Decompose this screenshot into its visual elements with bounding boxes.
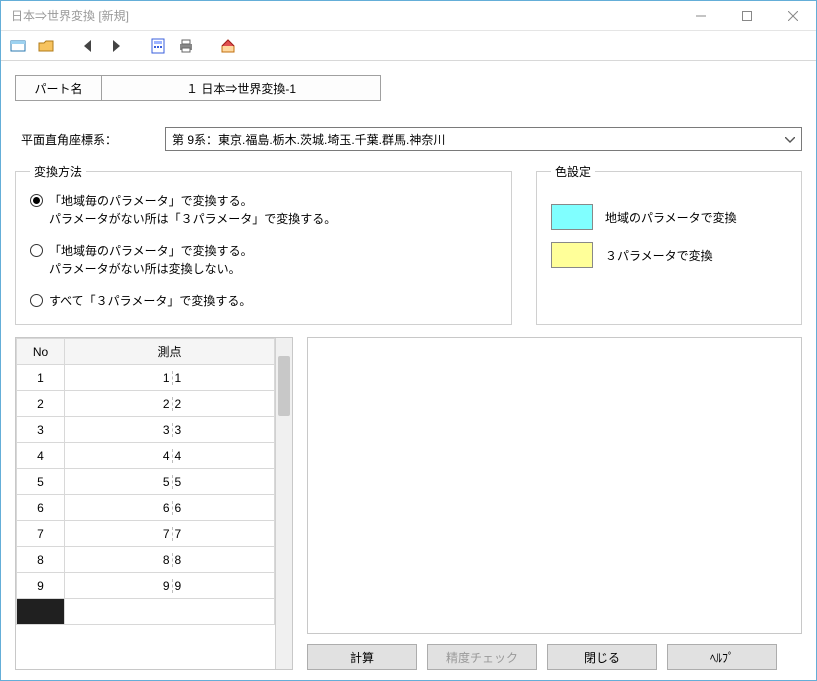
row-no: 1	[17, 365, 65, 391]
radio-icon	[30, 294, 43, 307]
method-option-2[interactable]: 「地域毎のパラメータ」で変換する。 パラメータがない所は変換しない。	[30, 242, 497, 278]
right-area: 計算 精度チェック 閉じる ﾍﾙﾌﾟ	[307, 337, 802, 670]
help-button[interactable]: ﾍﾙﾌﾟ	[667, 644, 777, 670]
toolbar	[1, 31, 816, 61]
row-point[interactable]: 99	[65, 573, 275, 599]
scrollbar-thumb[interactable]	[278, 356, 290, 416]
home-icon[interactable]	[219, 37, 237, 55]
part-name-value[interactable]: １ 日本⇒世界変換-1	[101, 75, 381, 101]
table-row[interactable]: 444	[17, 443, 275, 469]
part-name-header: パート名	[15, 75, 101, 101]
table-row[interactable]: 222	[17, 391, 275, 417]
coordinate-system-select[interactable]: 第 9系：東京.福島.栃木.茨城.埼玉.千葉.群馬.神奈川	[165, 127, 802, 151]
row-point[interactable]: 22	[65, 391, 275, 417]
color-swatch-region[interactable]	[551, 204, 593, 230]
window-controls	[678, 1, 816, 31]
window-title: 日本⇒世界変換 [新規]	[1, 7, 678, 24]
row-point[interactable]: 88	[65, 547, 275, 573]
next-icon[interactable]	[107, 37, 125, 55]
print-icon[interactable]	[177, 37, 195, 55]
preview-panel	[307, 337, 802, 634]
close-button[interactable]	[770, 1, 816, 31]
row-no: 7	[17, 521, 65, 547]
coordinate-system-row: 平面直角座標系： 第 9系：東京.福島.栃木.茨城.埼玉.千葉.群馬.神奈川	[15, 127, 802, 151]
conversion-method-legend: 変換方法	[30, 163, 86, 180]
table-row[interactable]: 777	[17, 521, 275, 547]
grid-header-no[interactable]: No	[17, 339, 65, 365]
row-point[interactable]: 44	[65, 443, 275, 469]
row-point[interactable]: 55	[65, 469, 275, 495]
coordinate-system-value: 第 9系：東京.福島.栃木.茨城.埼玉.千葉.群馬.神奈川	[172, 131, 445, 148]
open-icon[interactable]	[37, 37, 55, 55]
table-row-active[interactable]	[17, 599, 275, 625]
options-row: 変換方法 「地域毎のパラメータ」で変換する。 パラメータがない所は「３パラメータ…	[15, 163, 802, 325]
color-settings-group: 色設定 地域のパラメータで変換 ３パラメータで変換	[536, 163, 802, 325]
chevron-down-icon	[785, 132, 795, 146]
conversion-method-group: 変換方法 「地域毎のパラメータ」で変換する。 パラメータがない所は「３パラメータ…	[15, 163, 512, 325]
accuracy-check-button: 精度チェック	[427, 644, 537, 670]
maximize-button[interactable]	[724, 1, 770, 31]
row-point[interactable]: 77	[65, 521, 275, 547]
part-name-row: パート名 １ 日本⇒世界変換-1	[15, 75, 802, 101]
table-row[interactable]: 333	[17, 417, 275, 443]
minimize-button[interactable]	[678, 1, 724, 31]
close-dialog-button[interactable]: 閉じる	[547, 644, 657, 670]
points-grid[interactable]: No 測点 111222333444555666777888999	[15, 337, 293, 670]
new-icon[interactable]	[9, 37, 27, 55]
color-swatch-3param[interactable]	[551, 242, 593, 268]
row-point[interactable]	[65, 599, 275, 625]
row-no: 6	[17, 495, 65, 521]
row-point[interactable]: 11	[65, 365, 275, 391]
table-row[interactable]: 555	[17, 469, 275, 495]
calculator-icon[interactable]	[149, 37, 167, 55]
row-no: 5	[17, 469, 65, 495]
row-no: 4	[17, 443, 65, 469]
table-row[interactable]: 111	[17, 365, 275, 391]
row-no: 3	[17, 417, 65, 443]
grid-header-pt[interactable]: 測点	[65, 339, 275, 365]
row-point[interactable]: 66	[65, 495, 275, 521]
color-row-3param: ３パラメータで変換	[551, 242, 787, 268]
row-no: 8	[17, 547, 65, 573]
prev-icon[interactable]	[79, 37, 97, 55]
grid-scrollbar[interactable]	[275, 338, 292, 669]
coordinate-system-label: 平面直角座標系：	[15, 131, 155, 148]
table-row[interactable]: 999	[17, 573, 275, 599]
titlebar: 日本⇒世界変換 [新規]	[1, 1, 816, 31]
calculate-button[interactable]: 計算	[307, 644, 417, 670]
radio-icon	[30, 194, 43, 207]
row-point[interactable]: 33	[65, 417, 275, 443]
table-row[interactable]: 666	[17, 495, 275, 521]
color-settings-legend: 色設定	[551, 163, 595, 180]
radio-icon	[30, 244, 43, 257]
color-label-3param: ３パラメータで変換	[605, 247, 713, 264]
table-row[interactable]: 888	[17, 547, 275, 573]
method-option-3[interactable]: すべて「３パラメータ」で変換する。	[30, 292, 497, 310]
row-no	[17, 599, 65, 625]
row-no: 2	[17, 391, 65, 417]
color-label-region: 地域のパラメータで変換	[605, 209, 737, 226]
method-option-1[interactable]: 「地域毎のパラメータ」で変換する。 パラメータがない所は「３パラメータ」で変換す…	[30, 192, 497, 228]
bottom-row: No 測点 111222333444555666777888999 計算 精度チ…	[15, 337, 802, 670]
row-no: 9	[17, 573, 65, 599]
app-window: 日本⇒世界変換 [新規]	[0, 0, 817, 681]
action-buttons: 計算 精度チェック 閉じる ﾍﾙﾌﾟ	[307, 644, 802, 670]
color-row-region: 地域のパラメータで変換	[551, 204, 787, 230]
content-area: パート名 １ 日本⇒世界変換-1 平面直角座標系： 第 9系：東京.福島.栃木.…	[1, 61, 816, 680]
